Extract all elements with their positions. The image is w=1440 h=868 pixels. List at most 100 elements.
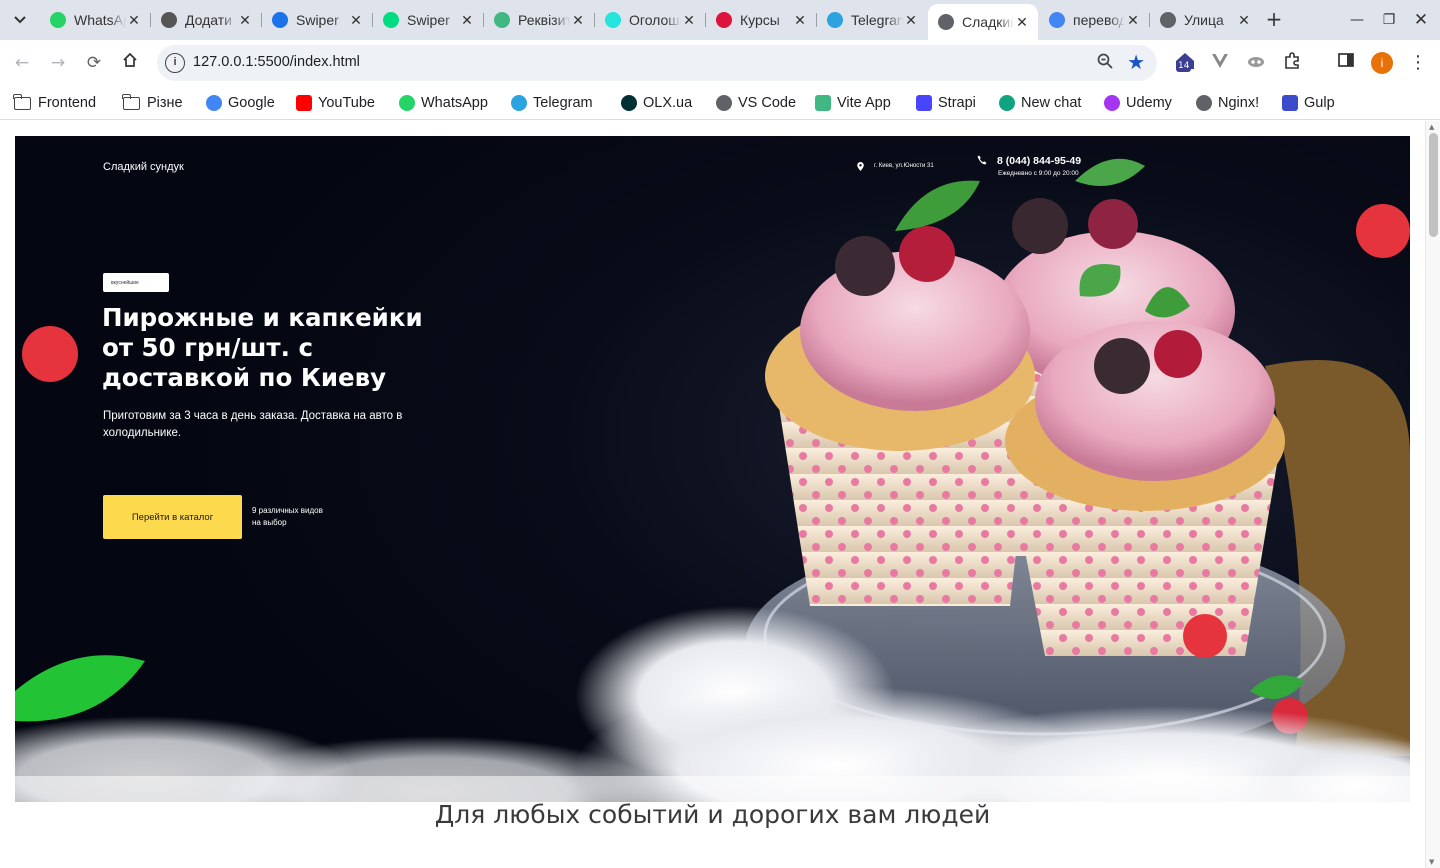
hero-badge: вкуснейшие bbox=[103, 273, 169, 292]
tab-close-icon[interactable]: ✕ bbox=[792, 12, 808, 29]
tab-close-icon[interactable]: ✕ bbox=[237, 12, 253, 29]
tab-close-icon[interactable]: ✕ bbox=[570, 12, 586, 29]
menu-kebab-icon[interactable]: ⋮ bbox=[1407, 52, 1429, 74]
olx-icon bbox=[605, 12, 621, 28]
tab-label: Telegram bbox=[851, 12, 903, 28]
scroll-thumb[interactable] bbox=[1429, 133, 1438, 237]
tab-9[interactable]: перевод ✕ bbox=[1039, 4, 1149, 36]
tab-label: Оголошення bbox=[629, 12, 681, 28]
tab-7[interactable]: Telegram ✕ bbox=[817, 4, 927, 36]
tab-10[interactable]: Улица ✕ bbox=[1150, 4, 1260, 36]
bookmark-10[interactable]: New chat bbox=[999, 91, 1081, 115]
bookmark-8[interactable]: Vite App bbox=[815, 91, 891, 115]
extension-mask-icon[interactable] bbox=[1245, 52, 1267, 74]
tab-close-icon[interactable]: ✕ bbox=[459, 12, 475, 29]
site-info-icon[interactable]: i bbox=[165, 53, 185, 73]
address-bar[interactable]: i 127.0.0.1:5500/index.html ★ bbox=[157, 45, 1157, 81]
bookmark-2[interactable]: Google bbox=[206, 91, 275, 115]
hero-section: Сладкий сундук г. Киев, ул.Юности 31 8 (… bbox=[15, 136, 1410, 802]
reload-button[interactable]: ⟳ bbox=[81, 50, 107, 76]
tab-close-icon[interactable]: ✕ bbox=[681, 12, 697, 29]
vue-devtools-icon[interactable] bbox=[1209, 52, 1231, 74]
back-button[interactable]: ← bbox=[9, 50, 35, 76]
telegram-icon bbox=[511, 95, 527, 111]
tab-1[interactable]: Додати ✕ bbox=[151, 4, 261, 36]
tab-2[interactable]: Swiper ✕ bbox=[262, 4, 372, 36]
nuxt-icon bbox=[383, 12, 399, 28]
tab-0[interactable]: WhatsApp✕ bbox=[40, 4, 150, 36]
tab-label: Додати bbox=[185, 12, 232, 28]
chevron-down-icon bbox=[14, 16, 26, 24]
globe-icon bbox=[716, 95, 732, 111]
bookmark-5[interactable]: Telegram bbox=[511, 91, 593, 115]
bookmark-9[interactable]: Strapi bbox=[916, 91, 976, 115]
tab-close-icon[interactable]: ✕ bbox=[903, 12, 919, 29]
zoom-icon[interactable] bbox=[1097, 53, 1113, 73]
scroll-down-arrow-icon[interactable]: ▼ bbox=[1429, 858, 1434, 866]
catalog-button[interactable]: Перейти в каталог bbox=[103, 495, 242, 539]
new-tab-button[interactable]: + bbox=[1262, 8, 1286, 32]
folder-icon bbox=[122, 93, 140, 110]
bookmark-3[interactable]: YouTube bbox=[296, 91, 375, 115]
site-phone[interactable]: 8 (044) 844-95-49 bbox=[997, 155, 1081, 167]
bookmark-label: Google bbox=[228, 95, 275, 111]
openai-icon bbox=[999, 95, 1015, 111]
tab-5[interactable]: Оголошення✕ bbox=[595, 4, 705, 36]
telegram-icon bbox=[827, 12, 843, 28]
cta-note: 9 различных видов на выбор bbox=[252, 506, 323, 527]
hero-headline: Пирожные и капкейки от 50 грн/шт. с дост… bbox=[102, 303, 423, 392]
openai-icon bbox=[161, 12, 177, 28]
bookmark-label: WhatsApp bbox=[421, 95, 488, 111]
bookmark-label: Frontend bbox=[38, 95, 97, 111]
bookmark-13[interactable]: Gulp bbox=[1282, 91, 1335, 115]
bookmark-6[interactable]: OLX.ua bbox=[621, 91, 692, 115]
tab-4[interactable]: Реквізити✕ bbox=[484, 4, 594, 36]
site-logo[interactable]: Сладкий сундук bbox=[103, 161, 184, 173]
tab-label: Реквізити bbox=[518, 12, 570, 28]
home-button[interactable] bbox=[117, 50, 143, 76]
close-window-button[interactable]: ✕ bbox=[1409, 8, 1433, 32]
tab-close-icon[interactable]: ✕ bbox=[1236, 12, 1252, 29]
tab-label: Курсы bbox=[740, 12, 780, 28]
bookmark-star-icon[interactable]: ★ bbox=[1127, 50, 1145, 74]
tab-3[interactable]: Swiper ✕ bbox=[373, 4, 483, 36]
tab-search-button[interactable] bbox=[6, 6, 34, 34]
minimize-button[interactable]: — bbox=[1345, 8, 1369, 32]
page-viewport: Сладкий сундук г. Киев, ул.Юности 31 8 (… bbox=[0, 121, 1440, 868]
profile-avatar[interactable]: i bbox=[1371, 52, 1393, 74]
forward-button[interactable]: → bbox=[45, 50, 71, 76]
section-title: Для любых событий и дорогих вам людей bbox=[434, 800, 991, 829]
address-url[interactable]: 127.0.0.1:5500/index.html bbox=[193, 54, 360, 70]
tab-close-icon[interactable]: ✕ bbox=[348, 12, 364, 29]
restore-button[interactable]: ❐ bbox=[1377, 8, 1401, 32]
tab-8[interactable]: Сладкий ✕ bbox=[928, 4, 1038, 40]
extensions-puzzle-icon[interactable] bbox=[1281, 52, 1303, 74]
tab-strip: WhatsApp✕Додати✕Swiper✕Swiper✕Реквізити✕… bbox=[0, 0, 1440, 40]
tab-close-icon[interactable]: ✕ bbox=[126, 12, 142, 29]
scroll-up-arrow-icon[interactable]: ▲ bbox=[1429, 123, 1434, 131]
tab-close-icon[interactable]: ✕ bbox=[1125, 12, 1141, 29]
folder-icon bbox=[13, 93, 31, 110]
bookmark-0[interactable]: Frontend bbox=[13, 91, 97, 115]
bookmark-12[interactable]: Nginx! bbox=[1196, 91, 1259, 115]
page-scrollbar[interactable]: ▲ ▼ bbox=[1425, 121, 1440, 868]
udemy-icon bbox=[1104, 95, 1120, 111]
side-panel-icon[interactable] bbox=[1335, 52, 1357, 74]
extension-badge: 14 bbox=[1176, 60, 1192, 72]
bookmark-1[interactable]: Різне bbox=[122, 91, 183, 115]
google-icon bbox=[1049, 12, 1065, 28]
tab-6[interactable]: Курсы ✕ bbox=[706, 4, 816, 36]
tab-close-icon[interactable]: ✕ bbox=[1014, 14, 1030, 31]
tab-label: Сладкий bbox=[962, 14, 1014, 30]
map-pin-icon bbox=[857, 162, 864, 171]
bookmark-label: VS Code bbox=[738, 95, 797, 111]
bookmarks-bar: Frontend Різне Google YouTube WhatsApp Telegr… bbox=[0, 86, 1440, 120]
bookmark-label: Telegram bbox=[533, 95, 593, 111]
home-icon bbox=[123, 52, 137, 67]
youtube-icon bbox=[296, 95, 312, 111]
bookmark-label: Nginx! bbox=[1218, 95, 1260, 111]
bookmark-11[interactable]: Udemy bbox=[1104, 91, 1172, 115]
bookmark-7[interactable]: VS Code bbox=[716, 91, 796, 115]
bookmark-4[interactable]: WhatsApp bbox=[399, 91, 488, 115]
bookmark-label: OLX.ua bbox=[643, 95, 693, 111]
